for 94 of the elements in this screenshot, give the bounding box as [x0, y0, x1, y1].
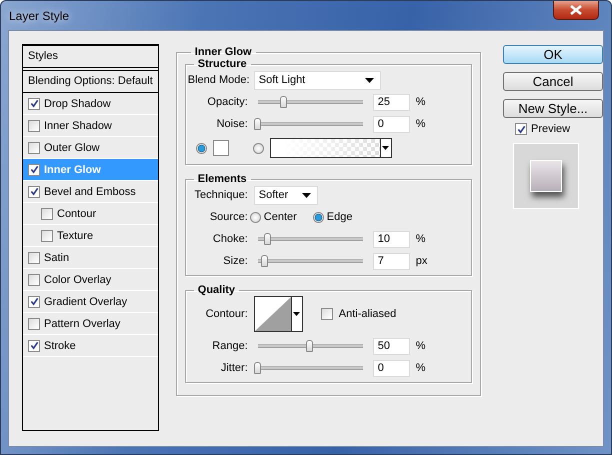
number-field[interactable]: 10 — [372, 230, 410, 248]
checkbox-label: Anti-aliased — [338, 308, 396, 320]
number-field[interactable]: 7 — [372, 252, 410, 270]
item-label: Pattern Overlay — [44, 318, 120, 330]
checkbox[interactable] — [28, 252, 40, 264]
unit-label: % — [416, 362, 426, 374]
item-label: Bevel and Emboss — [44, 186, 136, 198]
field-label: Blend Mode: — [188, 74, 248, 86]
item-label: Contour — [57, 208, 96, 220]
checkbox[interactable] — [28, 274, 40, 286]
dialog-button[interactable]: Cancel — [503, 72, 603, 91]
list-item[interactable]: Bevel and Emboss — [23, 181, 158, 203]
list-item[interactable]: Color Overlay — [23, 269, 158, 291]
gradient-picker[interactable] — [270, 138, 392, 158]
dialog-button[interactable]: OK — [503, 45, 603, 64]
list-item[interactable]: Pattern Overlay — [23, 313, 158, 335]
list-item[interactable]: Blending Options: Default — [23, 70, 158, 93]
field-label: Contour: — [204, 308, 248, 320]
list-item[interactable]: Texture — [23, 225, 158, 247]
dropdown-arrow-icon — [302, 192, 311, 198]
dropdown[interactable]: Soft Light — [254, 70, 381, 90]
list-header: Styles — [23, 46, 158, 68]
unit-label: px — [416, 255, 428, 267]
number-field[interactable]: 0 — [372, 116, 410, 132]
contour-picker[interactable] — [254, 296, 303, 332]
slider-thumb[interactable] — [306, 340, 314, 352]
slider-thumb[interactable] — [254, 362, 261, 374]
field-label: Technique: — [194, 189, 248, 201]
item-label: Stroke — [44, 340, 76, 352]
checkbox[interactable] — [28, 164, 40, 176]
field-label: Source: — [208, 211, 248, 223]
unit-label: % — [416, 233, 426, 245]
dropdown[interactable]: Softer — [254, 186, 318, 204]
group-title: Structure — [196, 58, 248, 70]
dropdown-arrow-icon — [293, 312, 300, 316]
list-item[interactable]: Inner Shadow — [23, 115, 158, 137]
option-label: Edge — [326, 211, 352, 223]
option-label: Center — [264, 211, 297, 223]
close-button[interactable] — [553, 1, 599, 20]
slider-thumb[interactable] — [254, 118, 261, 130]
radio-button[interactable] — [250, 212, 261, 222]
checkbox[interactable] — [320, 308, 333, 320]
item-label: Inner Glow — [44, 164, 101, 176]
number-field[interactable]: 0 — [372, 360, 410, 376]
item-label: Drop Shadow — [44, 98, 111, 110]
checkbox[interactable] — [41, 208, 53, 220]
item-label: Outer Glow — [44, 142, 100, 154]
group-title: Elements — [196, 173, 248, 185]
checkbox[interactable] — [28, 296, 40, 308]
radio-button[interactable] — [312, 212, 324, 222]
list-item[interactable]: Contour — [23, 203, 158, 225]
item-label: Gradient Overlay — [44, 296, 128, 308]
field-label: Choke: — [212, 233, 248, 245]
checkbox[interactable] — [515, 123, 527, 135]
number-field[interactable]: 50 — [372, 338, 410, 354]
close-icon — [569, 5, 583, 15]
window-title: Layer Style — [9, 9, 70, 23]
dropdown-arrow-icon — [382, 146, 390, 150]
list-item[interactable]: Stroke — [23, 335, 158, 357]
number-field[interactable]: 25 — [372, 94, 410, 110]
item-label: Inner Shadow — [44, 120, 112, 132]
field-label: Noise: — [216, 118, 248, 130]
radio-button[interactable] — [252, 142, 264, 154]
radio-button[interactable] — [196, 142, 207, 154]
preview-square — [530, 160, 562, 192]
field-label: Size: — [222, 255, 248, 267]
checkbox[interactable] — [28, 186, 40, 198]
field-label: Opacity: — [206, 96, 248, 108]
slider-thumb[interactable] — [280, 96, 288, 108]
list-item[interactable]: Satin — [23, 247, 158, 269]
dialog-button[interactable]: New Style... — [503, 99, 603, 118]
unit-label: % — [416, 340, 426, 352]
panel-title: Inner Glow — [194, 46, 253, 58]
checkbox[interactable] — [28, 318, 40, 330]
checkbox[interactable] — [28, 120, 40, 132]
slider-thumb[interactable] — [264, 233, 272, 245]
list-item[interactable]: Drop Shadow — [23, 93, 158, 115]
checkbox[interactable] — [28, 142, 40, 154]
field-label: Range: — [211, 340, 248, 352]
slider-thumb[interactable] — [261, 255, 268, 267]
list-item[interactable]: Gradient Overlay — [23, 291, 158, 313]
checkbox[interactable] — [28, 98, 40, 110]
dropdown-arrow-icon — [364, 78, 374, 82]
group-title: Quality — [196, 284, 236, 296]
item-label: Color Overlay — [44, 274, 112, 286]
checkbox[interactable] — [41, 230, 53, 242]
checkbox-label: Preview — [531, 123, 570, 135]
item-label: Satin — [44, 252, 70, 264]
item-label: Texture — [57, 230, 94, 242]
unit-label: % — [416, 96, 426, 108]
unit-label: % — [416, 118, 426, 130]
checkbox[interactable] — [28, 340, 40, 352]
field-label: Jitter: — [220, 362, 248, 374]
color-swatch[interactable] — [212, 140, 229, 156]
